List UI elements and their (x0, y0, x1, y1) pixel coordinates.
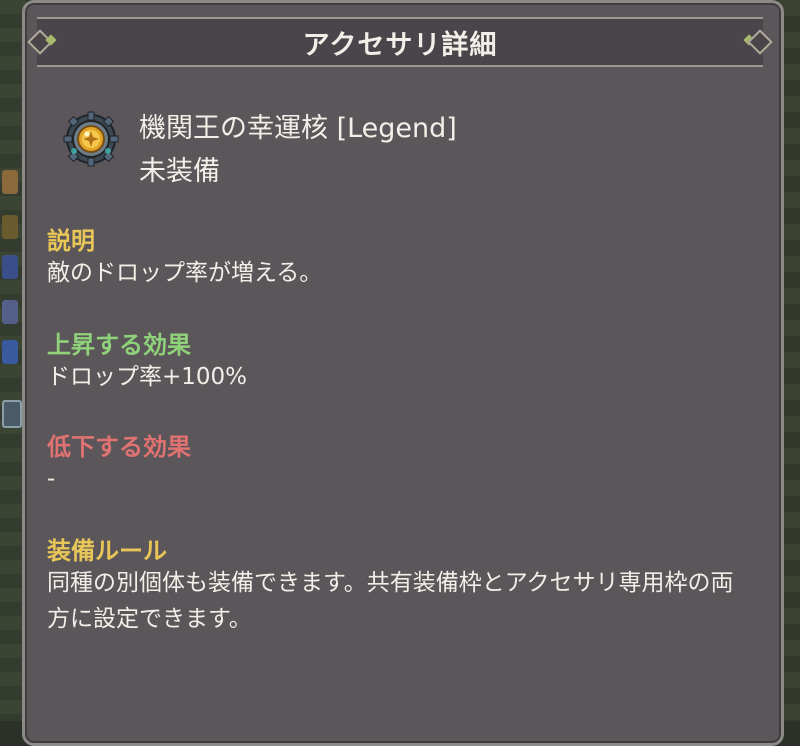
background-item-sprite (2, 255, 18, 279)
item-name: 機関王の幸運核 [Legend] (139, 113, 457, 144)
description-heading: 説明 (47, 227, 95, 255)
background-item-sprite (2, 170, 18, 194)
title-bar: アクセサリ詳細 (27, 17, 773, 67)
description-text: 敵のドロップ率が増える。 (47, 260, 323, 286)
debuff-effects-text: - (47, 466, 56, 492)
debuff-effects-heading: 低下する効果 (47, 433, 191, 461)
accessory-detail-panel: アクセサリ詳細 機関王の幸運核 [Legend] 未装備 説明 敵のドロップ率が… (22, 0, 784, 746)
teal-stud (71, 148, 77, 154)
buff-effects-heading: 上昇する効果 (47, 331, 191, 359)
background-slot-frame (2, 400, 22, 428)
title-ornament-right (747, 29, 773, 55)
background-item-sprite (2, 340, 18, 364)
buff-effects-text: ドロップ率+100% (47, 364, 248, 390)
background-item-sprite (2, 300, 18, 324)
golden-core (77, 125, 105, 153)
panel-title: アクセサリ詳細 (302, 29, 498, 61)
gear-gem-medallion-icon (63, 111, 119, 167)
equip-rules-heading: 装備ルール (47, 537, 167, 565)
background-item-sprite (2, 215, 18, 239)
equip-rules-text: 同種の別個体も装備できます。共有装備枠とアクセサリ専用枠の両方に設定できます。 (47, 570, 734, 632)
teal-stud (105, 148, 111, 154)
equip-status: 未装備 (139, 156, 220, 187)
